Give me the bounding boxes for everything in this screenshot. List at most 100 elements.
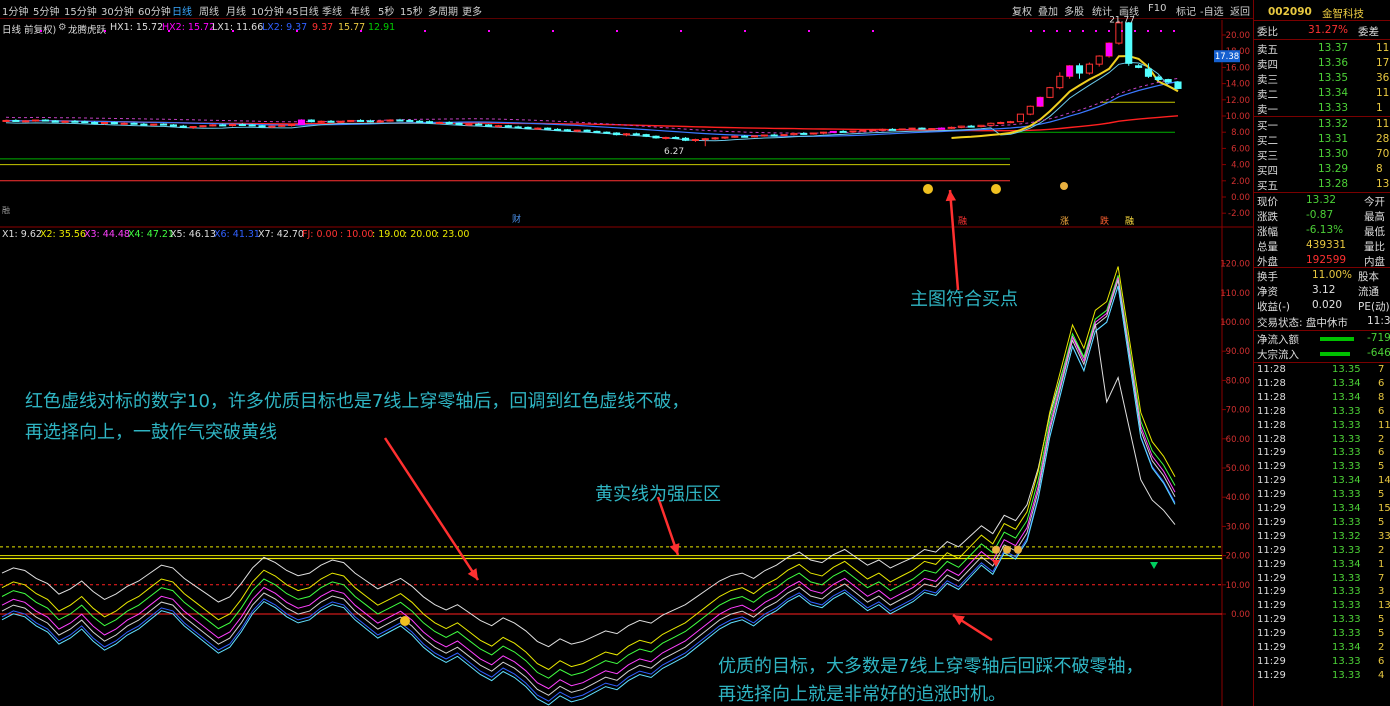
bid-price: 13.31 (1318, 133, 1349, 145)
cai-tag: 财 (512, 213, 521, 225)
candle (1085, 62, 1093, 75)
candle-body (120, 122, 128, 125)
tick-time: 11:29 (1257, 614, 1286, 626)
candle-body (632, 133, 640, 136)
candle (544, 127, 552, 130)
candle-body (957, 125, 965, 128)
candle-body (829, 130, 837, 133)
tick-price: 13.33 (1332, 600, 1361, 612)
quote-panel: 002090 金智科技 委比 31.27% 委差 卖五 13.37 11 卖四 13.36 17 卖三… (1253, 0, 1390, 706)
tick-price: 13.33 (1332, 516, 1361, 528)
y-axis-label: 70.00 (1226, 406, 1250, 416)
y-axis-label: 20.00 (1226, 552, 1250, 562)
tick-volume: 7 (1378, 364, 1385, 375)
candle-body (563, 129, 571, 132)
candle (228, 124, 237, 127)
candle (169, 124, 177, 127)
block-inflow-bar (1320, 352, 1350, 356)
candle-body (485, 124, 493, 127)
candle-body (1075, 65, 1084, 74)
candle-body (977, 124, 985, 128)
y-axis-label: -2.00 (1228, 209, 1250, 219)
candle (455, 122, 463, 126)
signal-dot (360, 30, 362, 32)
tick-time: 11:29 (1257, 572, 1286, 584)
tick-price: 13.34 (1332, 377, 1361, 389)
smiley-icon (991, 184, 1001, 194)
bid-volume: 8 (1376, 163, 1383, 175)
candle (12, 119, 20, 122)
candle (947, 126, 956, 129)
candle-body (938, 127, 946, 130)
ask-row: 卖一 13.33 1 (1254, 101, 1390, 116)
tick-volume: 33 (1378, 530, 1390, 542)
candle-body (150, 123, 158, 126)
bid-volume: 28 (1376, 133, 1390, 145)
stock-code: 002090 (1268, 6, 1312, 18)
tick-price: 13.34 (1332, 642, 1361, 653)
tick-price: 13.33 (1332, 614, 1361, 626)
signal-dot (1082, 30, 1084, 32)
candle-body (1125, 22, 1133, 64)
candle-body (81, 121, 89, 124)
signal-dot (1173, 30, 1175, 32)
tick-time: 11:28 (1257, 405, 1286, 417)
candle (445, 121, 453, 124)
candle (622, 133, 631, 137)
tick-row: 11:29 13.33 2 (1254, 544, 1390, 558)
candle-body (1144, 68, 1153, 77)
candle-body (465, 123, 473, 126)
stat2-label: 净资 (1257, 286, 1278, 298)
tick-time: 11:29 (1257, 489, 1286, 501)
candle-body (1007, 121, 1015, 124)
candle-body (750, 135, 759, 138)
candle-body (376, 120, 384, 123)
candle (977, 124, 985, 128)
tick-volume: 15 (1378, 503, 1390, 514)
trade-status-row: 交易状态: 盘中休市 11:30 (1254, 314, 1390, 329)
y-axis-label: 2.00 (1231, 177, 1250, 187)
candle (307, 119, 315, 123)
candle (120, 122, 128, 125)
tick-time: 11:28 (1257, 419, 1286, 431)
chart-area[interactable]: 20.0018.0016.0014.0012.0010.008.006.004.… (0, 0, 1253, 706)
stat-row: 现价 13.32 今开 (1254, 193, 1390, 208)
tick-time: 11:29 (1257, 628, 1286, 640)
candle-body (12, 119, 20, 122)
candle (691, 138, 699, 142)
tick-row: 11:29 13.34 2 (1254, 641, 1390, 655)
separator (1254, 20, 1390, 21)
candle (997, 121, 1005, 125)
candle (810, 132, 818, 135)
signal-dot (1160, 30, 1162, 32)
candle-body (199, 125, 207, 128)
candle-body (1056, 75, 1064, 89)
candle-body (1046, 87, 1054, 98)
event-tag: 涨 (1060, 216, 1069, 227)
candle-body (110, 121, 118, 125)
stat2-row: 净资 3.12 流通 (1254, 283, 1390, 298)
bid-label: 买一 (1257, 120, 1278, 132)
tick-row: 11:29 13.34 15 (1254, 502, 1390, 516)
candle-body (603, 131, 611, 134)
stat-label: 总量 (1257, 241, 1278, 253)
tick-row: 11:29 13.32 33 (1254, 530, 1390, 544)
stat-label: 涨幅 (1257, 226, 1278, 238)
candle-body (672, 136, 680, 139)
candle (130, 122, 138, 125)
candle (1125, 22, 1133, 66)
candle-body (347, 119, 355, 122)
tick-row: 11:29 13.33 6 (1254, 655, 1390, 669)
candle (425, 120, 434, 124)
tick-price: 13.34 (1332, 391, 1361, 403)
tick-volume: 5 (1378, 628, 1385, 640)
tick-row: 11:29 13.33 3 (1254, 585, 1390, 599)
candle-body (1135, 65, 1143, 68)
candle-body (357, 119, 365, 122)
candle (849, 130, 857, 133)
candle-body (31, 119, 40, 122)
tick-volume: 5 (1378, 516, 1385, 528)
candle (711, 137, 719, 140)
stat-row: 外盘 192599 内盘 (1254, 253, 1390, 268)
tick-time: 11:29 (1257, 600, 1286, 612)
